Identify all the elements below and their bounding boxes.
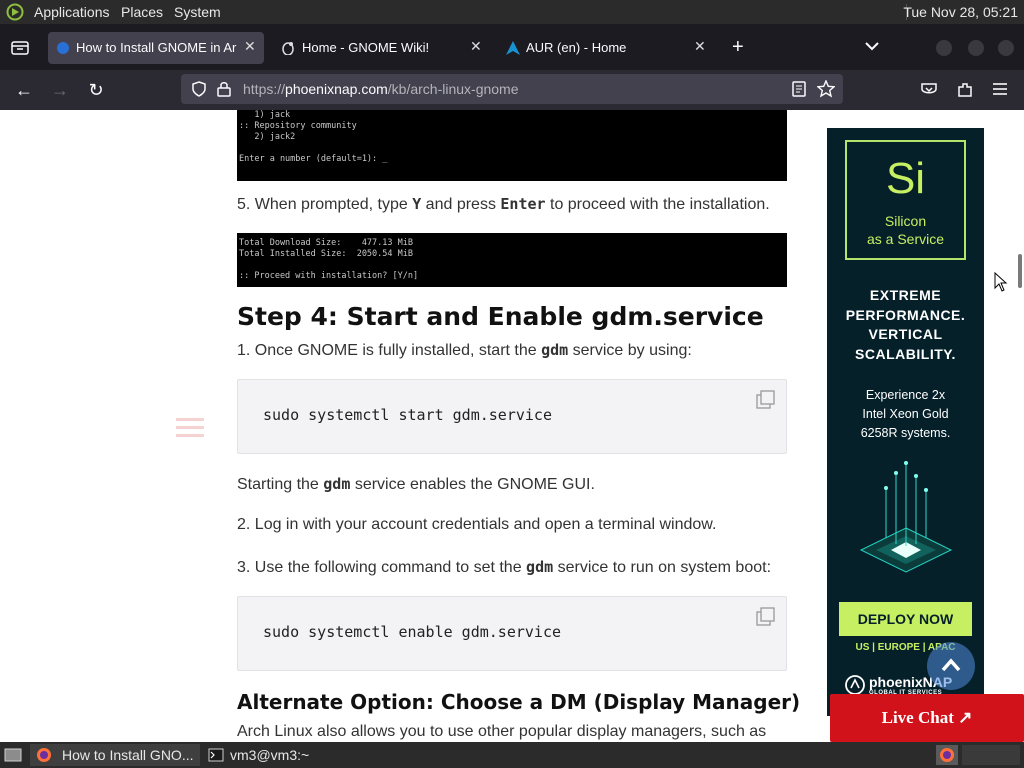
code-enable-gdm[interactable]: sudo systemctl enable gdm.service	[263, 623, 561, 641]
step5-key-enter: Enter	[500, 195, 546, 213]
step4-3-prefix: 3. Use the following command to set the	[237, 559, 527, 576]
gdm-note-text: Starting the gdm service enables the GNO…	[237, 475, 595, 494]
gdm-note-suffix: service enables the GNOME GUI.	[350, 476, 595, 493]
tab-close-icon[interactable]: ✕	[470, 38, 482, 55]
clock[interactable]: Tue Nov 28, 05:21	[903, 4, 1018, 20]
tab-label: Home - GNOME Wiki!	[302, 40, 430, 55]
tab-aur[interactable]: AUR (en) - Home ✕	[498, 32, 718, 64]
chevron-up-icon	[941, 658, 961, 672]
firefox-icon	[37, 748, 51, 762]
copy-icon[interactable]	[756, 607, 776, 627]
step4-3-text: 3. Use the following command to set the …	[237, 558, 771, 577]
page-content: 1) jack :: Repository community 2) jack2…	[0, 110, 1024, 742]
ad-headline: EXTREME PERFORMANCE. VERTICAL SCALABILIT…	[845, 287, 966, 362]
ad-body: Experience 2x Intel Xeon Gold 6258R syst…	[860, 388, 951, 440]
step5-suffix: to proceed with the installation.	[545, 196, 770, 213]
back-icon[interactable]: ←	[12, 78, 36, 102]
url-text[interactable]: https://phoenixnap.com/kb/arch-linux-gno…	[243, 81, 519, 97]
ad-banner[interactable]: Si Silicon as a Service EXTREME PERFORMA…	[827, 128, 984, 716]
terminal-screenshot-packages: 1) jack :: Repository community 2) jack2…	[237, 110, 787, 181]
window-maximize-icon[interactable]	[968, 40, 984, 56]
bookmark-star-icon[interactable]	[817, 80, 835, 98]
step4-3-gdm: gdm	[526, 558, 554, 576]
toc-menu-icon[interactable]	[176, 416, 204, 440]
taskbar-label: vm3@vm3:~	[230, 747, 310, 763]
ad-chip-illustration	[841, 458, 971, 588]
url-path: /kb/arch-linux-gnome	[387, 81, 519, 97]
taskbar-terminal[interactable]: vm3@vm3:~	[204, 744, 334, 766]
code-block-start: sudo systemctl start gdm.service	[237, 379, 787, 454]
tab-label: How to Install GNOME in Ar	[76, 40, 237, 55]
top-panel: Applications Places System Tue Nov 28, 0…	[0, 0, 1024, 24]
phoenixnap-favicon-icon	[57, 42, 69, 54]
phoenixnap-logo-icon	[845, 675, 865, 695]
page-scrollbar-thumb[interactable]	[1018, 254, 1022, 288]
gdm-note-prefix: Starting the	[237, 476, 324, 493]
tracking-shield-icon[interactable]	[191, 81, 207, 97]
pocket-icon[interactable]	[920, 81, 938, 99]
bottom-panel: How to Install GNO... vm3@vm3:~	[0, 742, 1024, 768]
tab-close-icon[interactable]: ✕	[244, 38, 256, 55]
ad-deploy-now-button[interactable]: DEPLOY NOW	[839, 602, 972, 636]
nav-bar: ← → ↻ https://phoenixnap.com/kb/arch-lin…	[0, 70, 1024, 110]
code-block-enable: sudo systemctl enable gdm.service	[237, 596, 787, 671]
url-bar[interactable]: https://phoenixnap.com/kb/arch-linux-gno…	[181, 74, 843, 104]
step4-3-suffix: service to run on system boot:	[553, 559, 772, 576]
gnome-favicon-icon	[282, 42, 294, 55]
taskbar-label: How to Install GNO...	[62, 747, 194, 763]
tab-gnome-wiki[interactable]: Home - GNOME Wiki! ✕	[272, 32, 492, 64]
mouse-cursor-icon	[994, 272, 1008, 292]
tab-gnome-install[interactable]: How to Install GNOME in Ar ✕	[48, 32, 264, 64]
scroll-to-top-button[interactable]	[927, 642, 975, 690]
gdm-note-gdm: gdm	[323, 475, 351, 493]
step5-text: 5. When prompted, type Y and press Enter…	[237, 195, 770, 214]
copy-icon[interactable]	[756, 390, 776, 410]
live-chat-button[interactable]: Live Chat ↗	[830, 694, 1024, 742]
new-tab-icon[interactable]: +	[732, 36, 744, 59]
step4-1-gdm: gdm	[541, 341, 569, 359]
url-scheme: https://	[243, 81, 286, 97]
window-minimize-icon[interactable]	[936, 40, 952, 56]
reader-view-icon[interactable]	[791, 81, 807, 97]
terminal-icon	[208, 748, 224, 762]
show-desktop-icon[interactable]	[4, 748, 22, 762]
chevron-down-icon[interactable]	[864, 40, 880, 52]
alt-option-text: Arch Linux also allows you to use other …	[237, 723, 767, 740]
forward-icon[interactable]: →	[48, 78, 72, 102]
taskbar-firefox[interactable]: How to Install GNO...	[30, 744, 200, 766]
firefox-view-icon[interactable]	[11, 39, 29, 55]
tab-label: AUR (en) - Home	[526, 40, 627, 55]
firefox-icon	[940, 748, 954, 762]
reload-icon[interactable]: ↻	[84, 78, 108, 102]
menu-system[interactable]: System	[174, 4, 221, 20]
ad-symbol-subtitle: Silicon as a Service	[866, 213, 945, 247]
terminal-screenshot-install: Total Download Size: 477.13 MiB Total In…	[237, 233, 787, 287]
window-close-icon[interactable]	[998, 40, 1014, 56]
code-start-gdm[interactable]: sudo systemctl start gdm.service	[263, 406, 552, 424]
menu-hamburger-icon[interactable]	[992, 82, 1008, 96]
arch-favicon-icon	[506, 41, 520, 55]
step4-1-prefix: 1. Once GNOME is fully installed, start …	[237, 342, 542, 359]
step4-2-text: 2. Log in with your account credentials …	[237, 516, 717, 533]
step5-key-y: Y	[412, 195, 422, 213]
extensions-icon[interactable]	[956, 81, 974, 99]
menu-applications[interactable]: Applications	[34, 4, 110, 20]
distro-logo-icon[interactable]	[6, 3, 24, 21]
alternate-option-heading: Alternate Option: Choose a DM (Display M…	[237, 690, 801, 714]
ad-symbol: Si	[885, 154, 926, 203]
step4-1-text: 1. Once GNOME is fully installed, start …	[237, 341, 692, 360]
workspace-empty[interactable]	[962, 745, 1020, 765]
lock-icon[interactable]	[217, 81, 231, 97]
step5-middle: and press	[421, 196, 501, 213]
menu-places[interactable]: Places	[121, 4, 163, 20]
tab-close-icon[interactable]: ✕	[694, 38, 706, 55]
step4-heading: Step 4: Start and Enable gdm.service	[237, 302, 764, 331]
tab-strip: How to Install GNOME in Ar ✕ Home - GNOM…	[0, 24, 1024, 70]
step5-prefix: 5. When prompted, type	[237, 196, 413, 213]
ad-logo-box: Si Silicon as a Service	[845, 140, 966, 260]
url-host: phoenixnap.com	[285, 81, 388, 97]
workspace-switcher[interactable]	[936, 745, 958, 765]
step4-1-suffix: service by using:	[568, 342, 692, 359]
